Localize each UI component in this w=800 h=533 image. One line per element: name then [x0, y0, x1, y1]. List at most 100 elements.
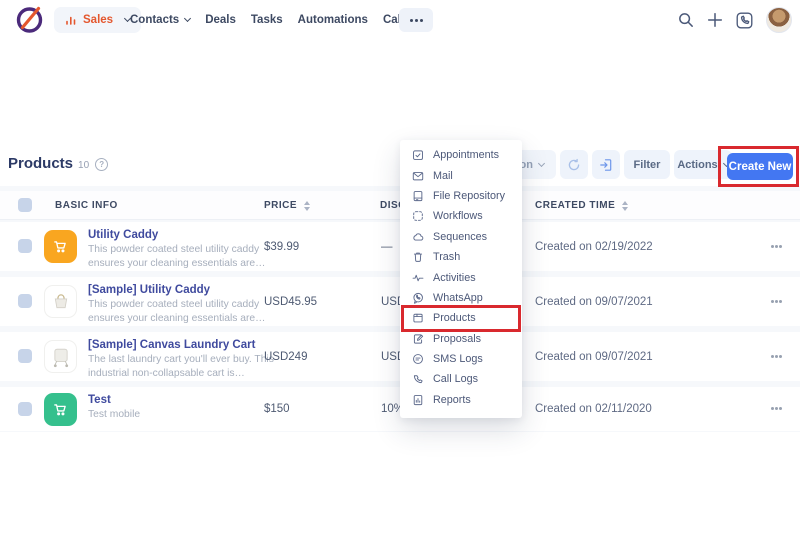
pen-document-icon [412, 333, 424, 345]
row-actions-button[interactable] [763, 238, 789, 254]
filter-button[interactable]: Filter [624, 150, 670, 179]
product-thumb-orange [44, 230, 77, 263]
product-name-link[interactable]: Test [88, 394, 111, 406]
record-count: 10 [78, 160, 89, 171]
product-name-link[interactable]: [Sample] Utility Caddy [88, 284, 210, 296]
menu-item-mail[interactable]: Mail [400, 165, 522, 185]
row-actions-button[interactable] [763, 400, 789, 416]
create-new-button[interactable]: Create New [727, 153, 793, 180]
product-thumb-photo [44, 285, 77, 318]
menu-item-sms-logs[interactable]: SMS Logs [400, 349, 522, 369]
nav-item-contacts[interactable]: Contacts [130, 14, 190, 26]
navbar-right-actions [678, 0, 792, 40]
refresh-button[interactable] [560, 150, 588, 179]
menu-item-activities[interactable]: Activities [400, 267, 522, 287]
plus-icon [707, 12, 723, 28]
created-time-cell: Created on 09/07/2021 [535, 351, 653, 363]
row-checkbox[interactable] [18, 294, 32, 308]
more-modules-dropdown: Appointments Mail File Repository Workfl… [400, 140, 522, 418]
menu-item-whatsapp[interactable]: WhatsApp [400, 288, 522, 308]
page-title: Products 10 ? [8, 155, 108, 172]
sort-icon[interactable] [622, 201, 628, 211]
created-time-cell: Created on 09/07/2021 [535, 296, 653, 308]
ellipsis-icon [771, 300, 774, 303]
menu-item-appointments[interactable]: Appointments [400, 145, 522, 165]
file-icon [412, 190, 424, 202]
row-checkbox[interactable] [18, 239, 32, 253]
row-actions-button[interactable] [763, 348, 789, 364]
column-header-price: PRICE [264, 200, 310, 211]
actions-dropdown[interactable]: Actions [674, 150, 732, 179]
price-cell: USD45.95 [264, 296, 317, 308]
menu-item-workflows[interactable]: Workflows [400, 206, 522, 226]
refresh-icon [567, 158, 581, 172]
envelope-icon [412, 170, 424, 182]
ellipsis-icon [771, 407, 774, 410]
price-cell: $150 [264, 403, 290, 415]
import-export-button[interactable] [592, 150, 620, 179]
ellipsis-icon [410, 19, 413, 22]
primary-nav: Contacts Deals Tasks Automations Calenda… [130, 0, 432, 40]
menu-item-reports[interactable]: Reports [400, 390, 522, 410]
product-name-link[interactable]: Utility Caddy [88, 229, 158, 241]
more-modules-button[interactable] [399, 8, 433, 32]
search-button[interactable] [678, 12, 694, 28]
ellipsis-icon [771, 355, 774, 358]
sign-in-door-icon [599, 158, 613, 172]
price-cell: $39.99 [264, 241, 299, 253]
dialer-button[interactable] [736, 12, 753, 29]
ellipsis-icon [771, 245, 774, 248]
product-description: This powder coated steel utility caddy e… [88, 298, 274, 325]
row-actions-button[interactable] [763, 293, 789, 309]
sms-icon [412, 353, 424, 365]
user-avatar[interactable] [766, 7, 792, 33]
created-time-cell: Created on 02/19/2022 [535, 241, 653, 253]
search-icon [678, 12, 694, 28]
chevron-down-icon [538, 159, 545, 166]
quick-add-button[interactable] [707, 12, 723, 28]
select-all-checkbox[interactable] [18, 198, 32, 212]
menu-item-trash[interactable]: Trash [400, 247, 522, 267]
whatsapp-icon [412, 292, 424, 304]
nav-item-deals[interactable]: Deals [205, 14, 236, 26]
phone-icon [412, 373, 424, 385]
menu-item-sequences[interactable]: Sequences [400, 227, 522, 247]
trash-icon [412, 251, 424, 263]
menu-item-call-logs[interactable]: Call Logs [400, 369, 522, 389]
discount-cell: — [381, 241, 393, 253]
app-window: Sales Contacts Deals Tasks Automations C… [0, 0, 800, 533]
bigin-logo-icon[interactable] [14, 4, 45, 35]
pulse-icon [412, 272, 424, 284]
product-description: The last laundry cart you'll ever buy. T… [88, 353, 274, 380]
row-checkbox[interactable] [18, 349, 32, 363]
price-cell: USD249 [264, 351, 307, 363]
cart-icon [52, 238, 69, 255]
caddy-photo [47, 288, 75, 316]
phone-square-icon [736, 12, 753, 29]
report-chart-icon [412, 394, 424, 406]
laundry-cart-photo [47, 343, 75, 371]
top-navbar: Sales Contacts Deals Tasks Automations C… [0, 0, 800, 40]
calendar-check-icon [412, 149, 424, 161]
menu-item-proposals[interactable]: Proposals [400, 329, 522, 349]
product-thumb-photo [44, 340, 77, 373]
column-header-basic-info: BASIC INFO [55, 200, 118, 211]
product-name-link[interactable]: [Sample] Canvas Laundry Cart [88, 339, 255, 351]
chevron-down-icon [184, 15, 191, 22]
menu-item-file-repository[interactable]: File Repository [400, 186, 522, 206]
product-description: This powder coated steel utility caddy e… [88, 243, 274, 270]
nav-item-tasks[interactable]: Tasks [251, 14, 283, 26]
created-time-cell: Created on 02/11/2020 [535, 403, 652, 415]
help-icon[interactable]: ? [95, 158, 108, 171]
row-checkbox[interactable] [18, 402, 32, 416]
product-thumb-green [44, 393, 77, 426]
sort-icon[interactable] [304, 201, 310, 211]
nav-item-automations[interactable]: Automations [298, 14, 368, 26]
cart-icon [52, 401, 69, 418]
menu-item-products[interactable]: Products [400, 308, 522, 328]
box-icon [412, 312, 424, 324]
cloud-icon [412, 231, 424, 243]
workspace-switcher[interactable]: Sales [54, 7, 141, 33]
product-description: Test mobile [88, 408, 274, 422]
dashed-square-icon [412, 210, 424, 222]
